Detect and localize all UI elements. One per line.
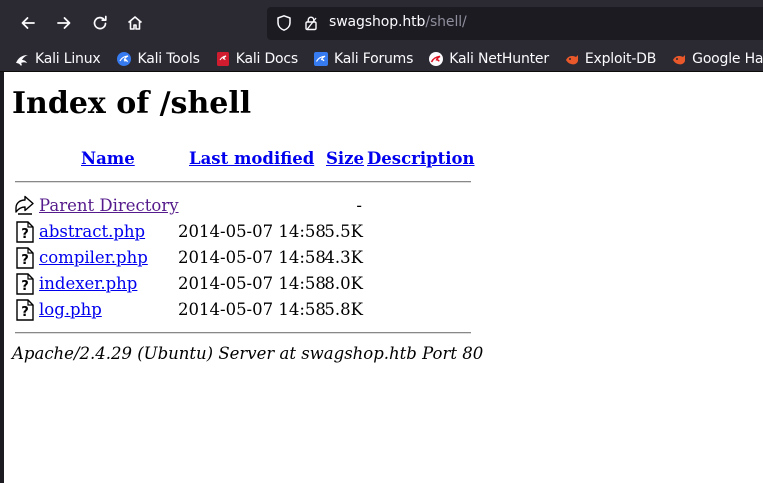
bookmark-exploit-db[interactable]: Exploit-DB (553, 48, 660, 70)
back-button[interactable] (13, 8, 43, 38)
table-row-parent: Parent Directory - (4, 194, 474, 220)
unknown-file-icon: ? (16, 299, 34, 321)
bookmark-kali-tools[interactable]: Kali Tools (104, 48, 203, 70)
table-row: ? indexer.php 2014-05-07 14:58 8.0K (4, 272, 474, 298)
file-size: 5.5K (324, 222, 363, 241)
bookmark-label: Google Hacking (692, 51, 763, 67)
file-link[interactable]: abstract.php (39, 222, 145, 241)
column-header-name[interactable]: Name (81, 149, 135, 168)
file-modified: 2014-05-07 14:58 (178, 300, 326, 319)
kali-tools-icon (117, 52, 132, 66)
forward-button[interactable] (49, 8, 79, 38)
bookmark-label: Kali Tools (137, 51, 200, 67)
bookmark-label: Kali NetHunter (449, 51, 549, 67)
bookmark-label: Kali Forums (333, 51, 414, 67)
url-text[interactable]: swagshop.htb/shell/ (329, 14, 467, 30)
arrow-left-icon (21, 17, 35, 29)
browser-toolbar: swagshop.htb/shell/ (0, 0, 763, 47)
unknown-file-icon: ? (16, 273, 34, 295)
page-info-icon[interactable] (303, 15, 319, 31)
url-host: swagshop.htb (329, 14, 426, 30)
file-size: - (356, 196, 362, 215)
unknown-file-icon: ? (16, 247, 34, 269)
exploit-db-icon (565, 55, 578, 65)
unknown-file-icon: ? (16, 221, 34, 243)
svg-text:?: ? (21, 279, 29, 294)
kali-dragon-icon (16, 55, 28, 66)
bookmark-kali-docs[interactable]: Kali Docs (204, 48, 302, 70)
file-modified: 2014-05-07 14:58 (178, 274, 326, 293)
file-size: 4.3K (324, 248, 363, 267)
bookmark-label: Kali Linux (35, 51, 101, 67)
kali-nethunter-icon (429, 52, 444, 66)
reload-button[interactable] (85, 8, 115, 38)
kali-docs-icon (216, 52, 229, 66)
bookmark-google-hacking[interactable]: Google Hacking (660, 48, 763, 70)
column-header-description[interactable]: Description (367, 149, 475, 168)
address-bar[interactable]: swagshop.htb/shell/ (267, 7, 763, 40)
column-header-size[interactable]: Size (326, 149, 364, 168)
footer-divider (15, 332, 471, 334)
file-link[interactable]: compiler.php (39, 248, 148, 267)
table-row: ? log.php 2014-05-07 14:58 5.8K (4, 298, 474, 324)
file-modified: 2014-05-07 14:58 (178, 248, 326, 267)
home-button[interactable] (120, 8, 150, 38)
url-path: /shell/ (425, 14, 467, 30)
file-size: 8.0K (324, 274, 363, 293)
bookmark-kali-nethunter[interactable]: Kali NetHunter (417, 48, 553, 70)
parent-directory-link[interactable]: Parent Directory (39, 196, 179, 215)
svg-text:?: ? (21, 253, 29, 268)
file-size: 5.8K (324, 300, 363, 319)
file-modified: 2014-05-07 14:58 (178, 222, 326, 241)
bookmark-label: Exploit-DB (584, 51, 657, 67)
home-icon (127, 16, 143, 30)
bookmark-label: Kali Docs (235, 51, 298, 67)
server-signature: Apache/2.4.29 (Ubuntu) Server at swagsho… (12, 344, 484, 363)
table-row: ? compiler.php 2014-05-07 14:58 4.3K (4, 246, 474, 272)
kali-forums-icon (313, 52, 328, 66)
google-hacking-icon (673, 55, 686, 65)
bookmarks-toolbar: Kali Linux Kali Tools Kali Docs Kali For… (0, 47, 763, 72)
back-folder-icon (15, 195, 34, 215)
page-content: Index of /shell Name Last modified Size … (4, 72, 763, 483)
reload-icon (93, 15, 107, 30)
column-header-last-modified[interactable]: Last modified (189, 149, 314, 168)
bookmark-kali-linux[interactable]: Kali Linux (0, 48, 104, 70)
svg-text:?: ? (21, 305, 29, 320)
file-link[interactable]: log.php (39, 300, 102, 319)
header-divider (15, 181, 471, 183)
shield-icon[interactable] (275, 14, 293, 32)
file-link[interactable]: indexer.php (39, 274, 137, 293)
bookmark-kali-forums[interactable]: Kali Forums (302, 48, 417, 70)
table-row: ? abstract.php 2014-05-07 14:58 5.5K (4, 220, 474, 246)
svg-text:?: ? (21, 227, 29, 242)
arrow-right-icon (57, 17, 71, 29)
page-title: Index of /shell (12, 86, 252, 121)
